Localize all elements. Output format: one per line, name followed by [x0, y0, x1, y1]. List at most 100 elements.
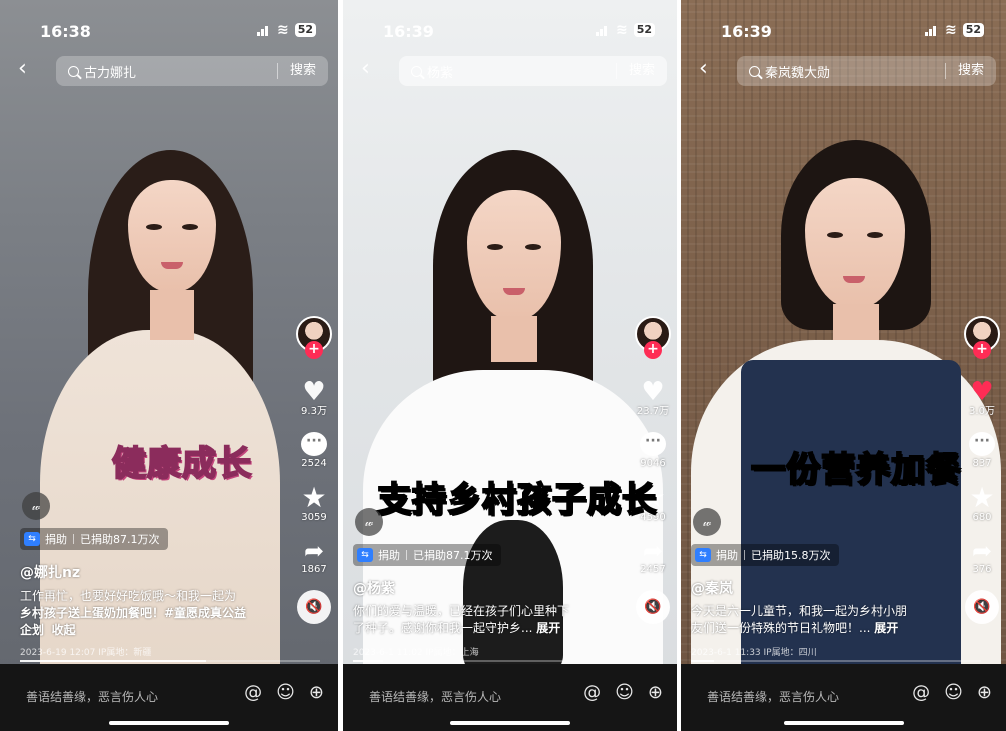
mute-icon[interactable]: 🔇	[297, 590, 331, 624]
comment-input[interactable]: 善语结善缘，恶言伤人心	[369, 688, 501, 705]
back-icon[interactable]: ‹	[18, 58, 27, 80]
back-icon[interactable]: ‹	[361, 58, 370, 80]
battery-icon: 52	[962, 23, 984, 37]
like-heart-icon[interactable]: ♥	[962, 378, 1002, 406]
emoji-icon[interactable]: ☺	[944, 682, 963, 703]
at-icon[interactable]: @	[244, 682, 262, 703]
search-query: 杨紫	[427, 65, 454, 81]
search-input[interactable]: 古力娜扎 搜索	[56, 56, 328, 86]
follow-plus-icon[interactable]: +	[973, 341, 991, 359]
expand-link[interactable]: 展开	[536, 621, 560, 635]
status-time: 16:39	[383, 22, 434, 41]
at-icon[interactable]: @	[912, 682, 930, 703]
video-progress-fill	[691, 660, 715, 662]
add-icon[interactable]: ⊕	[977, 682, 992, 703]
favorite-count: 680	[972, 512, 992, 523]
emoji-icon[interactable]: ☺	[615, 682, 634, 703]
comment-input[interactable]: 善语结善缘，恶言伤人心	[26, 688, 158, 705]
share-count: 376	[972, 564, 992, 575]
author-name[interactable]: @杨紫	[353, 578, 395, 598]
donate-label: 捐助	[45, 533, 67, 546]
video-caption: 健康成长	[111, 443, 252, 485]
expand-link[interactable]: 展开	[874, 621, 898, 635]
mute-icon[interactable]: 🔇	[965, 590, 999, 624]
signal-icon	[256, 25, 271, 36]
like-heart-icon[interactable]: ♥	[294, 378, 334, 406]
battery-icon: 52	[294, 23, 316, 37]
topic-icon[interactable]: 𝓌	[22, 492, 50, 520]
video-description: 今天是六一儿童节，和我一起为乡村小朋 友们送一份特殊的节日礼物吧！... 展开	[691, 604, 908, 635]
share-icon[interactable]: ➦	[962, 538, 1002, 564]
video-progress-fill	[353, 660, 383, 662]
favorite-star-icon[interactable]: ★	[294, 484, 334, 512]
phone-screen-nazha: 16:38 ≋ 52 ‹ 古力娜扎 搜索 + ♥ 9.3万 ··· 2524 ★…	[0, 0, 338, 731]
search-row: ‹ 杨紫 搜索	[343, 56, 677, 86]
comment-bar: 善语结善缘，恶言伤人心 @ ☺ ⊕	[343, 664, 677, 731]
collapse-link[interactable]: 收起	[52, 623, 76, 637]
search-row: ‹ 古力娜扎 搜索	[0, 56, 338, 86]
add-icon[interactable]: ⊕	[648, 682, 663, 703]
favorite-star-icon[interactable]: ★	[962, 484, 1002, 512]
signal-icon	[595, 25, 610, 36]
search-button[interactable]: 搜索	[276, 63, 328, 79]
action-sidebar: + ♥ 23.7万 ··· 9046 ★ 4590 ➦ 2457 🔇	[633, 316, 673, 624]
like-count: 9.3万	[301, 406, 327, 417]
comment-icon[interactable]: ···	[301, 432, 327, 456]
phone-screen-yangzi: 16:39 ≋ 52 ‹ 杨紫 搜索 + ♥ 23.7万 ··· 9046 ★ …	[343, 0, 677, 731]
comment-count: 2524	[301, 458, 327, 469]
mute-icon[interactable]: 🔇	[636, 590, 670, 624]
donate-amount: 已捐助87.1万次	[413, 549, 493, 562]
video-progress[interactable]	[353, 660, 653, 662]
donate-tag[interactable]: ⇆ 捐助 已捐助15.8万次	[691, 544, 839, 566]
emoji-icon[interactable]: ☺	[276, 682, 295, 703]
author-avatar[interactable]: +	[635, 316, 671, 359]
search-input[interactable]: 杨紫 搜索	[399, 56, 667, 86]
comment-icon[interactable]: ···	[640, 432, 666, 456]
wifi-icon: ≋	[944, 22, 957, 38]
author-name[interactable]: @娜扎nz	[20, 562, 80, 582]
comment-count: 9046	[640, 458, 666, 469]
like-heart-icon[interactable]: ♥	[633, 378, 673, 406]
video-progress-fill	[20, 660, 206, 662]
favorite-count: 3059	[301, 512, 327, 523]
battery-icon: 52	[633, 23, 655, 37]
share-count: 1867	[301, 564, 327, 575]
at-icon[interactable]: @	[583, 682, 601, 703]
screenshot-collage: 16:38 ≋ 52 ‹ 古力娜扎 搜索 + ♥ 9.3万 ··· 2524 ★…	[0, 0, 1006, 731]
search-button[interactable]: 搜索	[615, 63, 667, 79]
add-icon[interactable]: ⊕	[309, 682, 324, 703]
video-progress[interactable]	[20, 660, 320, 662]
back-icon[interactable]: ‹	[699, 58, 708, 80]
search-icon	[68, 65, 79, 77]
search-button[interactable]: 搜索	[944, 63, 996, 79]
wifi-icon: ≋	[276, 22, 289, 38]
search-input[interactable]: 秦岚魏大勋 搜索	[737, 56, 996, 86]
status-bar: 16:39 ≋ 52	[681, 22, 1006, 42]
share-count: 2457	[640, 564, 666, 575]
video-caption: 一份营养加餐	[750, 449, 961, 491]
topic-icon[interactable]: 𝓌	[355, 508, 383, 536]
donate-tag[interactable]: ⇆ 捐助 已捐助87.1万次	[353, 544, 501, 566]
share-icon[interactable]: ➦	[294, 538, 334, 564]
share-icon[interactable]: ➦	[633, 538, 673, 564]
search-query: 古力娜扎	[84, 65, 137, 81]
follow-plus-icon[interactable]: +	[644, 341, 662, 359]
donate-tag[interactable]: ⇆ 捐助 已捐助87.1万次	[20, 528, 168, 550]
author-name[interactable]: @秦岚	[691, 578, 733, 598]
video-caption: 支持乡村孩子成长	[376, 479, 657, 521]
donate-icon: ⇆	[24, 532, 40, 546]
comment-input[interactable]: 善语结善缘，恶言伤人心	[707, 688, 839, 705]
home-indicator	[109, 721, 229, 725]
post-meta: 2023-6-19 12:07 IP属地：新疆	[20, 648, 152, 658]
author-avatar[interactable]: +	[296, 316, 332, 359]
donate-amount: 已捐助87.1万次	[80, 533, 160, 546]
video-progress[interactable]	[691, 660, 981, 662]
search-query: 秦岚魏大勋	[765, 65, 831, 81]
author-avatar[interactable]: +	[964, 316, 1000, 359]
follow-plus-icon[interactable]: +	[305, 341, 323, 359]
donate-icon: ⇆	[695, 548, 711, 562]
status-bar: 16:39 ≋ 52	[343, 22, 677, 42]
topic-icon[interactable]: 𝓌	[693, 508, 721, 536]
comment-icon[interactable]: ···	[969, 432, 995, 456]
home-indicator	[450, 721, 570, 725]
